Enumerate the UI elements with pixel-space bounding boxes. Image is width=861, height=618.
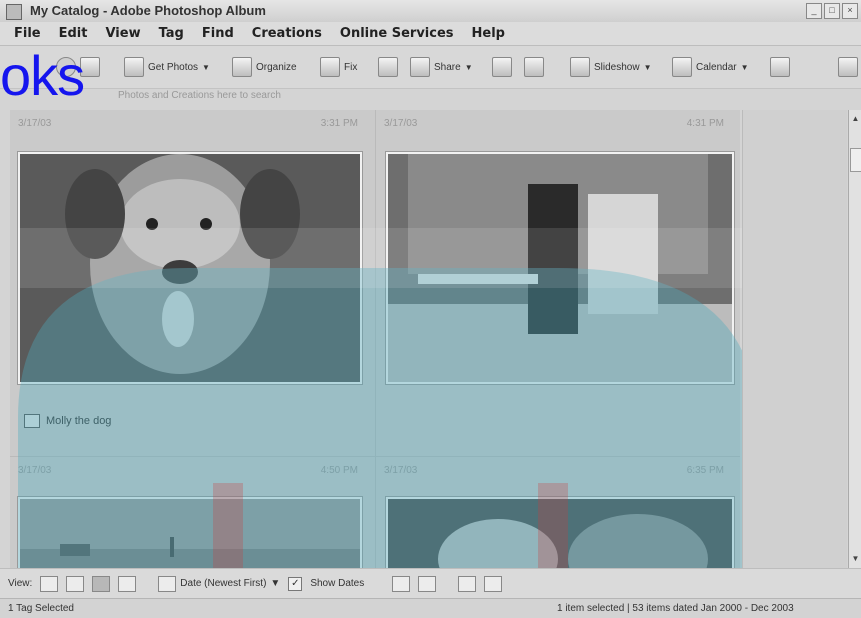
menu-file[interactable]: File: [14, 26, 41, 41]
show-dates-label: Show Dates: [310, 578, 365, 589]
window-controls: _ □ ×: [806, 3, 858, 19]
photo-date: 3/17/03: [18, 118, 52, 129]
sort-value: Date (Newest First): [180, 578, 267, 589]
photo-caption: Molly the dog: [24, 414, 111, 428]
scroll-up-icon[interactable]: ▲: [849, 112, 861, 126]
edit-icon: [378, 57, 398, 77]
fix-icon: [320, 57, 340, 77]
menu-creations[interactable]: Creations: [252, 26, 322, 41]
photo-date: 3/17/03: [384, 465, 418, 476]
minimize-button[interactable]: _: [806, 3, 822, 19]
app-icon: [6, 4, 22, 20]
share-button[interactable]: Share ▼: [410, 57, 473, 77]
view-small-thumbnails-button[interactable]: [40, 575, 59, 592]
get-photos-label: Get Photos: [148, 61, 199, 73]
slideshow-icon: [570, 57, 590, 77]
menu-bar: File Edit View Tag Find Creations Online…: [0, 22, 861, 46]
chevron-down-icon: ▼: [464, 62, 473, 72]
close-button[interactable]: ×: [842, 3, 858, 19]
title-bar: My Catalog - Adobe Photoshop Album _ □ ×: [0, 0, 861, 23]
photo-cell[interactable]: 3/17/03 6:35 PM: [376, 457, 734, 581]
show-dates-checkbox[interactable]: ✓: [288, 576, 303, 591]
calendar-label: Calendar: [696, 61, 737, 73]
photo-cell[interactable]: 3/17/03 3:31 PM Molly the dog: [10, 110, 368, 456]
status-tags: 1 Tag Selected: [8, 603, 74, 614]
calendar-icon: [672, 57, 692, 77]
share-label: Share: [434, 61, 461, 73]
compare-button[interactable]: [458, 575, 477, 592]
slideshow-button[interactable]: Slideshow ▼: [570, 57, 652, 77]
outdoor-photo: [20, 499, 360, 579]
status-bar: 1 Tag Selected 1 item selected | 53 item…: [0, 598, 861, 618]
camera-icon: [124, 57, 144, 77]
adobe-logo: [838, 57, 858, 77]
sort-icon: [158, 575, 177, 592]
photo-thumbnail[interactable]: [18, 152, 362, 384]
detail-button[interactable]: [484, 575, 503, 592]
maximize-button[interactable]: □: [824, 3, 840, 19]
photo-date: 3/17/03: [18, 465, 52, 476]
menu-online-services[interactable]: Online Services: [340, 26, 454, 41]
get-photos-button[interactable]: Get Photos ▼: [124, 57, 210, 77]
overlay-logo-text: oks: [0, 44, 85, 107]
dog-closeup-photo: [388, 499, 732, 579]
view-large-thumbnails-button[interactable]: [92, 575, 111, 592]
print-button[interactable]: [524, 57, 544, 77]
chevron-down-icon: ▼: [202, 62, 210, 72]
view-medium-thumbnails-button[interactable]: [66, 575, 85, 592]
slideshow-label: Slideshow: [594, 61, 640, 73]
menu-help[interactable]: Help: [472, 26, 505, 41]
edit-photo-button[interactable]: [378, 57, 398, 77]
fix-label: Fix: [344, 61, 358, 73]
properties-button[interactable]: [770, 57, 790, 77]
status-selection: 1 item selected | 53 items dated Jan 200…: [557, 603, 794, 614]
photo-cell[interactable]: 3/17/03 4:31 PM: [376, 110, 734, 456]
rotate-left-button[interactable]: [392, 575, 411, 592]
organize-label: Organize: [256, 61, 297, 73]
share-icon: [410, 57, 430, 77]
dog-photo: [20, 154, 360, 382]
toolbar: Get Photos ▼ Organize Fix Share ▼ Slides…: [0, 46, 861, 89]
photo-time: 6:35 PM: [686, 465, 724, 476]
menu-tag[interactable]: Tag: [159, 26, 184, 41]
photo-date: 3/17/03: [384, 118, 418, 129]
calendar-button[interactable]: Calendar ▼: [672, 57, 749, 77]
scroll-thumb[interactable]: [850, 148, 861, 172]
sort-dropdown[interactable]: Date (Newest First) ▼: [158, 575, 281, 592]
photo-time: 4:50 PM: [320, 465, 358, 476]
view-single-photo-button[interactable]: [118, 575, 137, 592]
vertical-scrollbar[interactable]: ▲ ▼: [848, 110, 861, 568]
organize-button[interactable]: Organize: [232, 57, 297, 77]
chevron-down-icon: ▼: [643, 62, 652, 72]
rotate-right-button[interactable]: [418, 575, 437, 592]
view-label: View:: [8, 578, 33, 589]
photo-thumbnail[interactable]: [386, 152, 734, 384]
locker-room-photo: [388, 154, 732, 382]
menu-view[interactable]: View: [105, 26, 140, 41]
scroll-down-icon[interactable]: ▼: [849, 552, 861, 566]
properties-pane: [742, 110, 847, 568]
adobe-logo-icon: [838, 57, 858, 77]
print-icon: [524, 57, 544, 77]
photo-cell[interactable]: 3/17/03 4:50 PM: [10, 457, 368, 581]
photo-time: 3:31 PM: [320, 118, 358, 129]
tag-icon: [24, 414, 40, 428]
email-button[interactable]: [492, 57, 512, 77]
menu-edit[interactable]: Edit: [59, 26, 88, 41]
properties-icon: [770, 57, 790, 77]
photo-grid: 3/17/03 3:31 PM Molly the dog 3/17/03 4:…: [10, 110, 740, 581]
chevron-down-icon: ▼: [740, 62, 749, 72]
caption-text: Molly the dog: [46, 415, 112, 427]
fix-button[interactable]: Fix: [320, 57, 357, 77]
window-title: My Catalog - Adobe Photoshop Album: [30, 3, 266, 18]
menu-find[interactable]: Find: [202, 26, 234, 41]
email-icon: [492, 57, 512, 77]
search-hint[interactable]: Photos and Creations here to search: [118, 90, 281, 101]
chevron-down-icon: ▼: [270, 578, 281, 589]
photo-time: 4:31 PM: [686, 118, 724, 129]
view-bar: View: Date (Newest First) ▼ ✓ Show Dates: [0, 568, 861, 598]
organize-icon: [232, 57, 252, 77]
